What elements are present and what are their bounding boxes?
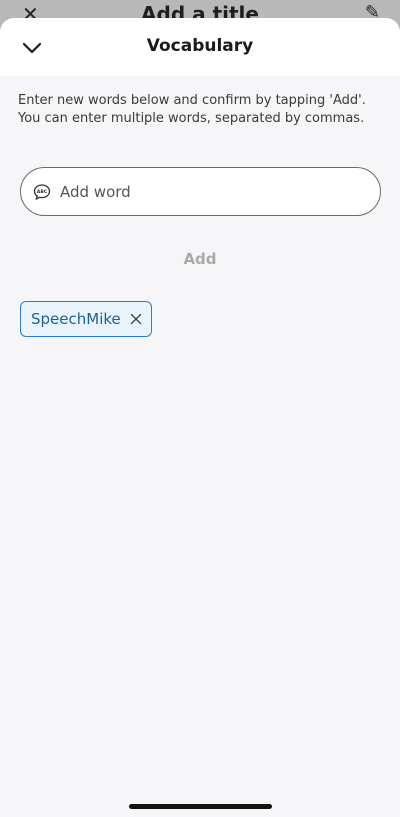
abc-speech-bubble-icon: ABC xyxy=(32,182,52,202)
add-word-input[interactable] xyxy=(60,168,380,215)
svg-text:ABC: ABC xyxy=(37,189,48,195)
home-indicator xyxy=(129,804,272,809)
chip-label: SpeechMike xyxy=(31,310,121,328)
sheet-header: Vocabulary xyxy=(0,18,400,76)
vocabulary-chip-list: SpeechMike xyxy=(20,301,152,337)
vocabulary-sheet: Vocabulary Enter new words below and con… xyxy=(0,18,400,817)
close-icon[interactable] xyxy=(129,312,143,326)
vocabulary-content: ABC Add SpeechMike xyxy=(0,150,400,817)
add-word-field[interactable]: ABC xyxy=(20,167,381,216)
vocabulary-chip: SpeechMike xyxy=(20,301,152,337)
add-button[interactable]: Add xyxy=(0,246,400,272)
sheet-title: Vocabulary xyxy=(146,36,254,56)
